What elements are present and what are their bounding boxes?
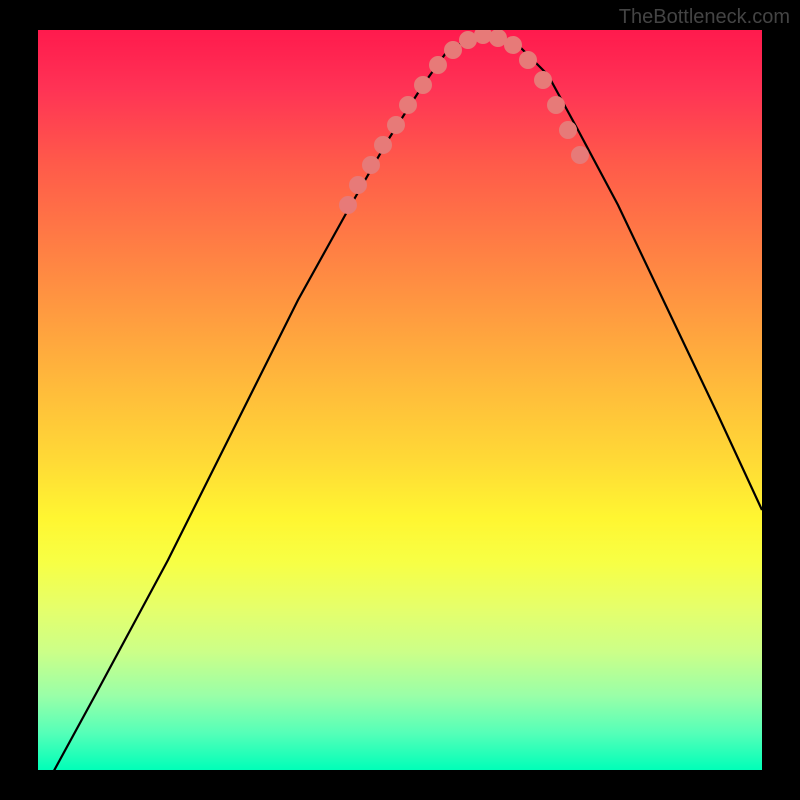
chart-plot-area (38, 30, 762, 770)
highlight-dot (535, 72, 552, 89)
highlight-dot (505, 37, 522, 54)
highlight-dot (415, 77, 432, 94)
highlight-dot (560, 122, 577, 139)
highlight-dot (572, 147, 589, 164)
bottleneck-curve (38, 35, 762, 770)
highlight-dot (548, 97, 565, 114)
highlight-dot (520, 52, 537, 69)
watermark-text: TheBottleneck.com (619, 6, 790, 29)
chart-svg (38, 30, 762, 770)
highlight-dot (475, 30, 492, 44)
highlight-dot (363, 157, 380, 174)
highlight-dot (375, 137, 392, 154)
highlight-dot (490, 30, 507, 47)
highlight-dot (350, 177, 367, 194)
highlight-dot (340, 197, 357, 214)
highlight-dot (445, 42, 462, 59)
highlight-dot (460, 32, 477, 49)
highlight-dot (388, 117, 405, 134)
highlight-dots (340, 30, 589, 214)
highlight-dot (430, 57, 447, 74)
highlight-dot (400, 97, 417, 114)
